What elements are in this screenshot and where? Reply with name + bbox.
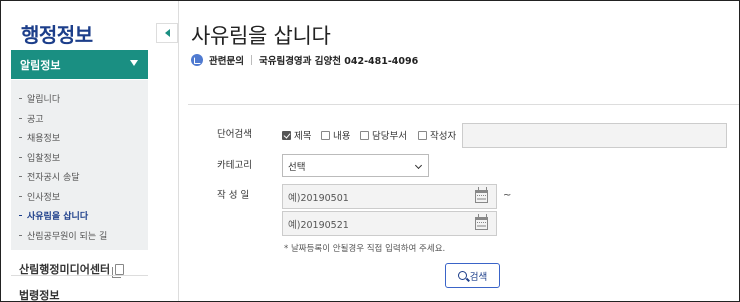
checkbox-content[interactable]: 내용 [321,128,350,142]
sidebar: 행정정보 알림정보 알립니다 공고 채용정보 입찰정보 전자공시 송달 인사정보… [9,9,148,302]
bullet-icon [19,176,22,178]
checkbox-icon[interactable] [360,130,369,140]
sidebar-item[interactable]: 알립니다 [11,89,148,109]
sidebar-link-law-info[interactable]: 법령정보 [19,287,60,302]
category-select[interactable]: 선택 [282,154,429,177]
checkbox-department[interactable]: 담당부서 [360,128,407,142]
checkbox-icon[interactable] [418,130,427,140]
page-frame: 행정정보 알림정보 알립니다 공고 채용정보 입찰정보 전자공시 송달 인사정보… [0,0,740,302]
bullet-icon [19,98,22,100]
header-divider [188,104,739,105]
checkbox-label: 내용 [333,131,351,142]
date-from-input[interactable]: 예)20190501 [282,184,497,209]
law-info-label: 법령정보 [19,289,60,302]
category-label: 카테고리 [217,160,252,171]
page-title: 사유림을 삽니다 [191,24,331,48]
date-to-input[interactable]: 예)20190521 [282,211,497,236]
contact-label: 관련문의 [209,56,244,67]
sidebar-item-label: 공고 [27,114,44,125]
word-search-label: 단어검색 [217,129,252,140]
sidebar-item-label: 사유림을 삽니다 [27,212,89,223]
checkbox-icon[interactable] [321,130,330,140]
search-icon [457,271,467,280]
sidebar-divider [11,275,148,276]
calendar-icon[interactable] [475,187,488,203]
sidebar-item-label: 알립니다 [27,95,61,106]
checkbox-label: 제목 [294,131,312,142]
search-button[interactable]: 검색 [445,263,500,288]
sidebar-item-active[interactable]: 사유림을 삽니다 [11,206,148,226]
date-label: 작 성 일 [217,190,250,201]
sidebar-menu-head[interactable]: 알림정보 [11,50,148,79]
contact-info: 관련문의 국유림경영과 김양천 042-481-4096 [191,53,418,67]
sidebar-item[interactable]: 산림공무원이 되는 길 [11,226,148,246]
collapse-arrow-icon [164,29,170,37]
copy-icon [112,263,125,278]
sidebar-item[interactable]: 공고 [11,109,148,129]
sidebar-item[interactable]: 인사정보 [11,187,148,207]
checkbox-label: 작성자 [430,131,457,142]
bullet-icon [19,117,22,119]
sidebar-item[interactable]: 입찰정보 [11,148,148,168]
chevron-down-icon [130,60,138,66]
phone-icon [191,54,203,66]
sidebar-item-label: 인사정보 [27,192,61,203]
sidebar-item-label: 채용정보 [27,134,61,145]
sidebar-collapse-button[interactable] [156,23,178,43]
search-button-label: 검색 [469,271,488,283]
submenu: 알립니다 공고 채용정보 입찰정보 전자공시 송달 인사정보 사유림을 삽니다 … [11,80,148,250]
date-from-placeholder: 예)20190501 [288,192,349,204]
content-divider [178,1,179,301]
checkbox-title[interactable]: 제목 [282,128,311,142]
checkbox-icon[interactable] [282,130,291,140]
keyword-input[interactable] [462,123,727,148]
date-range-separator: ~ [503,190,512,201]
checkbox-author[interactable]: 작성자 [418,128,456,142]
checkbox-label: 담당부서 [372,131,407,142]
date-note: * 날짜등록이 안될경우 직접 입력하여 주세요. [284,244,446,254]
bullet-icon [19,137,22,139]
menu-head-label: 알림정보 [20,58,61,72]
bullet-icon [19,215,22,217]
bullet-icon [19,234,22,236]
contact-value: 국유림경영과 김양천 042-481-4096 [258,56,419,67]
chevron-down-icon [414,161,423,170]
sidebar-item-label: 전자공시 송달 [27,173,80,184]
bullet-icon [19,156,22,158]
sidebar-title: 행정정보 [21,23,93,47]
sidebar-item-label: 산림공무원이 되는 길 [27,231,108,242]
contact-separator [250,55,252,65]
calendar-icon[interactable] [475,214,488,230]
category-selected-value: 선택 [288,161,306,173]
bullet-icon [19,195,22,197]
sidebar-item[interactable]: 전자공시 송달 [11,167,148,187]
sidebar-item[interactable]: 채용정보 [11,128,148,148]
date-to-placeholder: 예)20190521 [288,219,349,231]
sidebar-item-label: 입찰정보 [27,153,61,164]
